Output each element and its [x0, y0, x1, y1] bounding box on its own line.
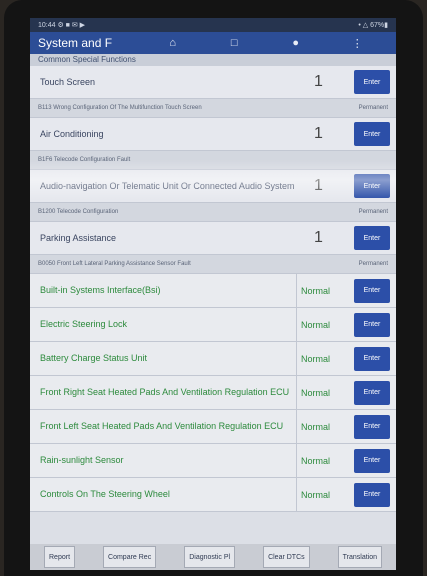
fault-status: Permanent	[358, 209, 388, 215]
enter-button[interactable]: Enter	[354, 278, 390, 303]
toolbar-button[interactable]: Diagnostic Pl	[184, 546, 236, 568]
system-name: Touch Screen	[40, 76, 96, 87]
status-left: 10:44 ⚙ ■ ✉ ▶	[38, 22, 86, 29]
system-name: Front Left Seat Heated Pads And Ventilat…	[40, 421, 284, 431]
system-status: Normal	[296, 410, 348, 443]
system-status: Normal	[296, 342, 348, 375]
enter-button[interactable]: Enter	[354, 482, 390, 507]
fault-status: Permanent	[358, 105, 388, 111]
page-title: System and F	[38, 36, 113, 50]
system-name: Air Conditioning	[40, 128, 104, 139]
user-icon[interactable]: ●	[265, 37, 327, 49]
home-icon[interactable]: ⌂	[142, 37, 204, 49]
fault-detail: B1F6 Telecode Configuration Fault	[30, 151, 396, 170]
fault-code: B1F6 Telecode Configuration Fault	[38, 157, 131, 163]
fault-status: Permanent	[358, 261, 388, 267]
status-bar: 10:44 ⚙ ■ ✉ ▶ • △ 67%▮	[30, 18, 396, 32]
fault-count: 1	[314, 73, 323, 90]
system-row[interactable]: Controls On The Steering Wheel Normal Ente…	[30, 478, 396, 512]
enter-button[interactable]: Enter	[354, 122, 390, 146]
fault-detail: B0050 Front Left Lateral Parking Assista…	[30, 255, 396, 274]
fault-count: 1	[314, 125, 323, 142]
system-name: Front Right Seat Heated Pads And Ventila…	[40, 387, 290, 397]
fault-row[interactable]: Air Conditioning 1 Enter	[30, 118, 396, 151]
system-name: Built-in Systems Interface(Bsi)	[40, 285, 161, 295]
enter-button[interactable]: Enter	[354, 414, 390, 439]
toolbar-button[interactable]: Clear DTCs	[263, 546, 310, 568]
system-status: Normal	[296, 444, 348, 477]
system-status: Normal	[296, 376, 348, 409]
enter-button[interactable]: Enter	[354, 70, 390, 94]
fault-detail: B113 Wrong Configuration Of The Multifun…	[30, 99, 396, 118]
enter-button[interactable]: Enter	[354, 380, 390, 405]
normal-list: Built-in Systems Interface(Bsi) Normal Ent…	[30, 274, 396, 512]
system-row[interactable]: Built-in Systems Interface(Bsi) Normal Ent…	[30, 274, 396, 308]
system-name: Rain-sunlight Sensor	[40, 455, 124, 465]
system-row[interactable]: Front Left Seat Heated Pads And Ventilat…	[30, 410, 396, 444]
status-right: • △ 67%▮	[358, 22, 388, 29]
system-row[interactable]: Electric Steering Lock Normal Enter	[30, 308, 396, 342]
fault-count: 1	[314, 177, 323, 194]
system-row[interactable]: Front Right Seat Heated Pads And Ventila…	[30, 376, 396, 410]
menu-icon[interactable]: ⋮	[327, 37, 389, 50]
system-row[interactable]: Battery Charge Status Unit Normal Enter	[30, 342, 396, 376]
fault-count: 1	[314, 229, 323, 246]
bottom-toolbar: Report Compare Rec Diagnostic Pl Clear DTCs…	[30, 544, 396, 570]
enter-button[interactable]: Enter	[354, 174, 390, 198]
fault-code: B1200 Telecode Configuration	[38, 209, 119, 215]
section-header: Common Special Functions	[30, 54, 396, 66]
fault-code: B113 Wrong Configuration Of The Multifun…	[38, 105, 202, 111]
toolbar-button[interactable]: Translation	[337, 546, 382, 568]
title-bar: System and F ⌂ □ ● ⋮	[30, 32, 396, 54]
fault-row[interactable]: Touch Screen 1 Enter	[30, 66, 396, 99]
toolbar-button[interactable]: Report	[44, 546, 76, 568]
toolbar-button[interactable]: Compare Rec	[103, 546, 157, 568]
system-status: Normal	[296, 274, 348, 307]
fault-detail: B1200 Telecode Configuration Permanent	[30, 203, 396, 222]
system-name: Parking Assistance	[40, 232, 117, 243]
system-status: Normal	[296, 308, 348, 341]
document-icon[interactable]: □	[204, 37, 266, 49]
enter-button[interactable]: Enter	[354, 346, 390, 371]
enter-button[interactable]: Enter	[354, 226, 390, 250]
system-name: Controls On The Steering Wheel	[40, 489, 170, 499]
system-row[interactable]: Rain-sunlight Sensor Normal Enter	[30, 444, 396, 478]
system-name: Electric Steering Lock	[40, 319, 128, 329]
system-name: Battery Charge Status Unit	[40, 353, 148, 363]
tablet-screen: 10:44 ⚙ ■ ✉ ▶ • △ 67%▮ System and F ⌂ □ …	[30, 18, 396, 570]
fault-row[interactable]: Audio-navigation Or Telematic Unit Or Co…	[30, 170, 396, 203]
system-name: Audio-navigation Or Telematic Unit Or Co…	[40, 180, 295, 191]
system-status: Normal	[296, 478, 348, 511]
fault-list: Touch Screen 1 Enter B113 Wrong Configurati…	[30, 66, 396, 274]
enter-button[interactable]: Enter	[354, 312, 390, 337]
fault-code: B0050 Front Left Lateral Parking Assista…	[38, 261, 191, 267]
enter-button[interactable]: Enter	[354, 448, 390, 473]
fault-row[interactable]: Parking Assistance 1 Enter	[30, 222, 396, 255]
